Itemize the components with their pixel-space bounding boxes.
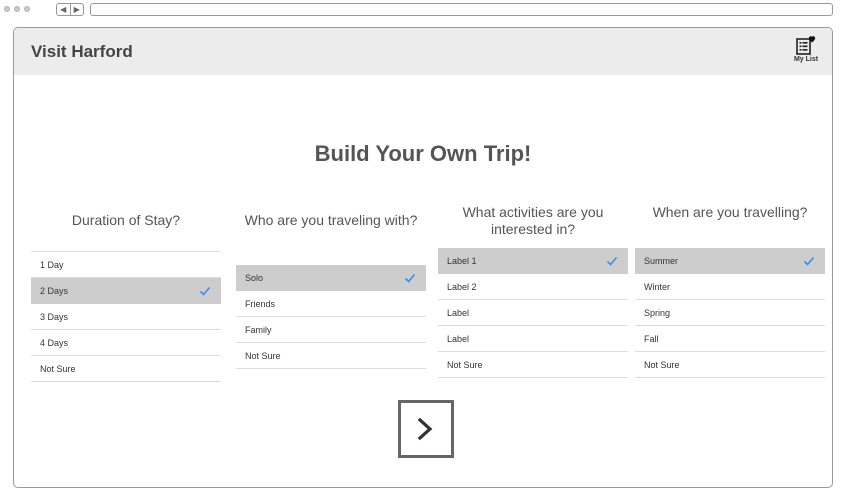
- option-friends[interactable]: Friends: [236, 291, 426, 317]
- option-label: Label 1: [447, 256, 477, 266]
- option-label: Friends: [245, 299, 276, 309]
- companions-heading: Who are you traveling with?: [244, 212, 418, 228]
- activities-heading: What activities are you interested in?: [462, 204, 604, 237]
- duration-heading: Duration of Stay?: [71, 212, 181, 228]
- option-winter[interactable]: Winter: [635, 274, 825, 300]
- option-fall[interactable]: Fall: [635, 326, 825, 352]
- option-label: Summer: [644, 256, 679, 266]
- option-label: Not Sure: [644, 360, 680, 370]
- duration-options: 1 Day 2 Days 3 Days 4 Days Not Sure: [31, 251, 221, 382]
- back-arrow-icon[interactable]: ◀: [57, 4, 71, 15]
- site-title[interactable]: Visit Harford: [31, 42, 133, 62]
- option-4-days[interactable]: 4 Days: [31, 330, 221, 356]
- option-2-days[interactable]: 2 Days: [31, 278, 221, 304]
- checkmark-icon: [199, 286, 211, 296]
- checkmark-icon: [803, 256, 815, 266]
- option-label: Family: [245, 325, 272, 335]
- option-spring[interactable]: Spring: [635, 300, 825, 326]
- option-label: Spring: [644, 308, 671, 318]
- nav-buttons: ◀ ▶: [56, 3, 84, 16]
- browser-chrome: ◀ ▶: [0, 0, 846, 20]
- checkmark-icon: [606, 256, 618, 266]
- option-label-2[interactable]: Label 2: [438, 274, 628, 300]
- option-summer[interactable]: Summer: [635, 248, 825, 274]
- option-not-sure[interactable]: Not Sure: [236, 343, 426, 369]
- option-label: 2 Days: [40, 286, 69, 296]
- forward-arrow-icon[interactable]: ▶: [71, 4, 84, 15]
- address-bar[interactable]: [90, 3, 833, 16]
- option-label: Fall: [644, 334, 659, 344]
- chevron-right-icon: [417, 417, 433, 441]
- option-solo[interactable]: Solo: [236, 265, 426, 291]
- option-label: Label: [447, 308, 470, 318]
- option-label: 4 Days: [40, 338, 69, 348]
- option-label: Solo: [245, 273, 264, 283]
- option-label: Not Sure: [447, 360, 483, 370]
- option-label: 1 Day: [40, 260, 64, 270]
- activities-options: Label 1 Label 2 Label Label Not Sure: [438, 248, 628, 378]
- list-heart-icon: [796, 36, 816, 55]
- option-label: Not Sure: [245, 351, 281, 361]
- page-title: Build Your Own Trip!: [314, 141, 532, 166]
- option-not-sure[interactable]: Not Sure: [635, 352, 825, 378]
- option-label-4[interactable]: Label: [438, 326, 628, 352]
- my-list-label: My List: [793, 56, 819, 63]
- window-close-dot[interactable]: [4, 6, 10, 12]
- window-minimize-dot[interactable]: [14, 6, 20, 12]
- option-label: Not Sure: [40, 364, 76, 374]
- site-header: Visit Harford My List: [14, 28, 832, 75]
- option-not-sure[interactable]: Not Sure: [31, 356, 221, 382]
- option-label: Label 2: [447, 282, 477, 292]
- option-label: 3 Days: [40, 312, 69, 322]
- season-options: Summer Winter Spring Fall Not Sure: [635, 248, 825, 378]
- next-button[interactable]: [398, 400, 454, 458]
- season-heading: When are you travelling?: [652, 204, 808, 220]
- option-not-sure[interactable]: Not Sure: [438, 352, 628, 378]
- window-maximize-dot[interactable]: [24, 6, 30, 12]
- my-list-button[interactable]: My List: [789, 35, 823, 71]
- option-label: Label: [447, 334, 470, 344]
- companions-options: Solo Friends Family Not Sure: [236, 265, 426, 369]
- checkmark-icon: [404, 273, 416, 283]
- option-label-1[interactable]: Label 1: [438, 248, 628, 274]
- option-family[interactable]: Family: [236, 317, 426, 343]
- option-label: Winter: [644, 282, 671, 292]
- option-label-3[interactable]: Label: [438, 300, 628, 326]
- option-1-day[interactable]: 1 Day: [31, 252, 221, 278]
- app-window: Visit Harford My List Build Your Own Tri…: [13, 27, 833, 488]
- option-3-days[interactable]: 3 Days: [31, 304, 221, 330]
